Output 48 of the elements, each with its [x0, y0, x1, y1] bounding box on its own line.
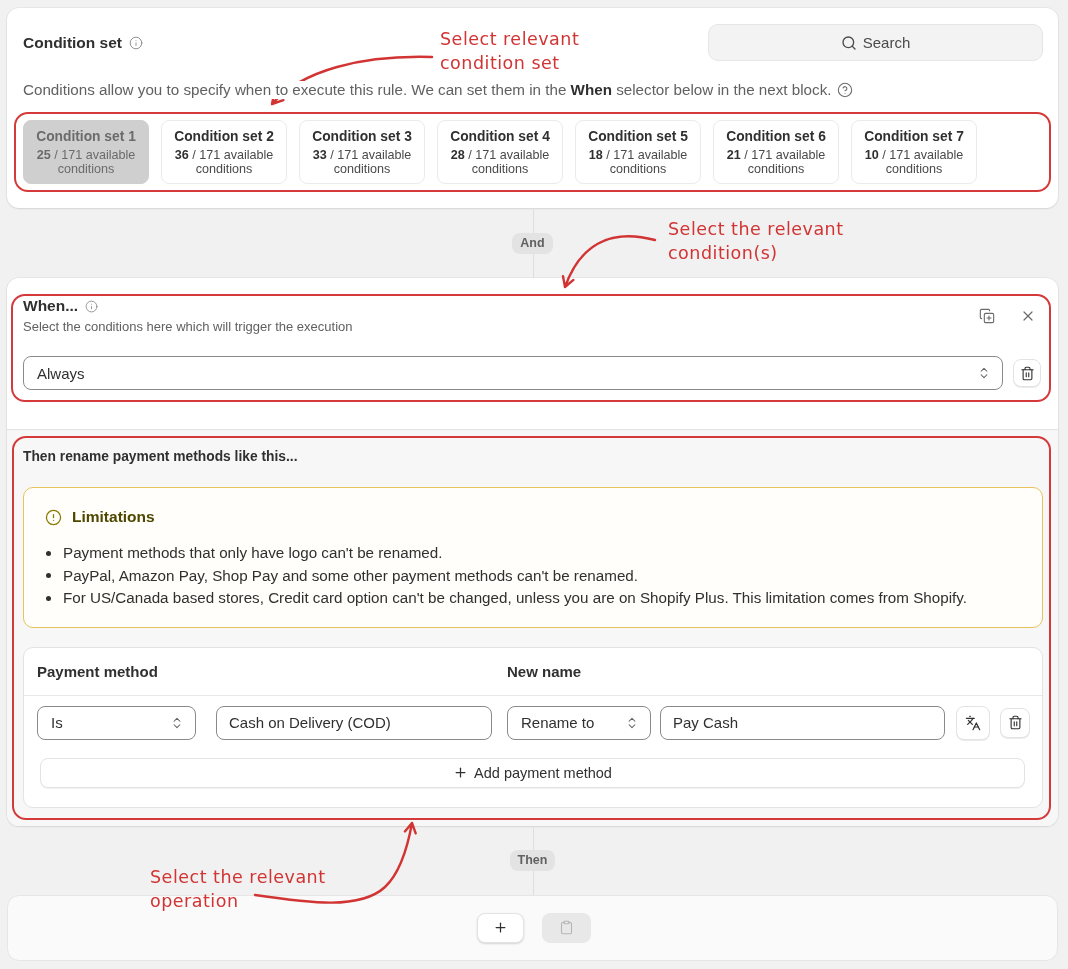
clipboard-icon — [558, 920, 574, 935]
description-text: Conditions allow you to specify when to execute this rule. We can set them in the When selector below in the next block. — [23, 81, 832, 99]
info-icon — [85, 299, 99, 313]
annotation-text: Select relevant condition set — [440, 28, 580, 75]
limitation-text: Payment methods that only have logo can't be renamed. — [63, 543, 443, 563]
translate-button[interactable] — [956, 705, 990, 740]
bullet-icon — [46, 550, 51, 556]
column-header: Payment method — [37, 662, 159, 680]
copy-plus-icon — [979, 308, 995, 324]
limitation-text: For US/Canada based stores, Credit card option can't be changed, unless you are on Shopify Plus. This limitation comes from Shopify. — [63, 588, 967, 608]
condition-select[interactable]: Always — [23, 356, 1003, 390]
column-header: New name — [507, 662, 583, 680]
condition-set-tile[interactable]: Condition set 5 18 / 171 available conditions — [575, 120, 701, 184]
action-select[interactable]: Rename to — [507, 705, 651, 740]
condition-set-tile[interactable]: Condition set 2 36 / 171 available conditions — [161, 120, 287, 184]
search-button[interactable]: Search — [708, 24, 1043, 61]
bullet-icon — [46, 573, 51, 579]
plus-icon — [453, 765, 469, 780]
when-subtitle: Select the conditions here which will trigger the execution — [23, 320, 353, 334]
method-field[interactable]: Cash on Delivery (COD) — [216, 705, 492, 740]
alert-icon — [45, 508, 62, 526]
translate-icon — [965, 714, 981, 731]
condition-set-tile[interactable]: Condition set 7 10 / 171 available conditions — [851, 120, 977, 184]
when-title: When... — [23, 298, 79, 314]
add-payment-method-button[interactable]: Add payment method — [40, 757, 1025, 788]
card-title: Condition set — [23, 33, 123, 52]
trash-icon — [1019, 365, 1035, 381]
connector-label: Then — [509, 849, 556, 871]
annotation-text: Select the relevant operation — [150, 866, 326, 913]
condition-set-tile[interactable]: Condition set 3 33 / 171 available conditions — [299, 120, 425, 184]
condition-set-tile[interactable]: Condition set 4 28 / 171 available conditions — [437, 120, 563, 184]
new-name-field[interactable]: Pay Cash — [660, 705, 945, 740]
connector-label: And — [512, 232, 553, 254]
search-icon — [840, 34, 857, 51]
condition-set-tile[interactable]: Condition set 1 25 / 171 available conditions — [23, 120, 149, 184]
delete-button[interactable] — [1013, 359, 1041, 387]
bullet-icon — [46, 595, 51, 601]
annotation-text: Select the relevant condition(s) — [668, 218, 844, 265]
limitations-title: Limitations — [72, 508, 155, 526]
limitation-text: PayPal, Amazon Pay, Shop Pay and some other payment methods can't be renamed. — [63, 565, 638, 586]
delete-button[interactable] — [1000, 707, 1030, 738]
help-icon — [837, 82, 854, 98]
section-title: Then rename payment methods like this... — [23, 449, 299, 465]
plus-icon — [492, 920, 508, 935]
info-icon — [129, 35, 144, 50]
trash-icon — [1007, 715, 1023, 730]
operator-select[interactable]: Is — [37, 705, 196, 740]
condition-set-tile[interactable]: Condition set 6 21 / 171 available conditions — [713, 120, 839, 184]
